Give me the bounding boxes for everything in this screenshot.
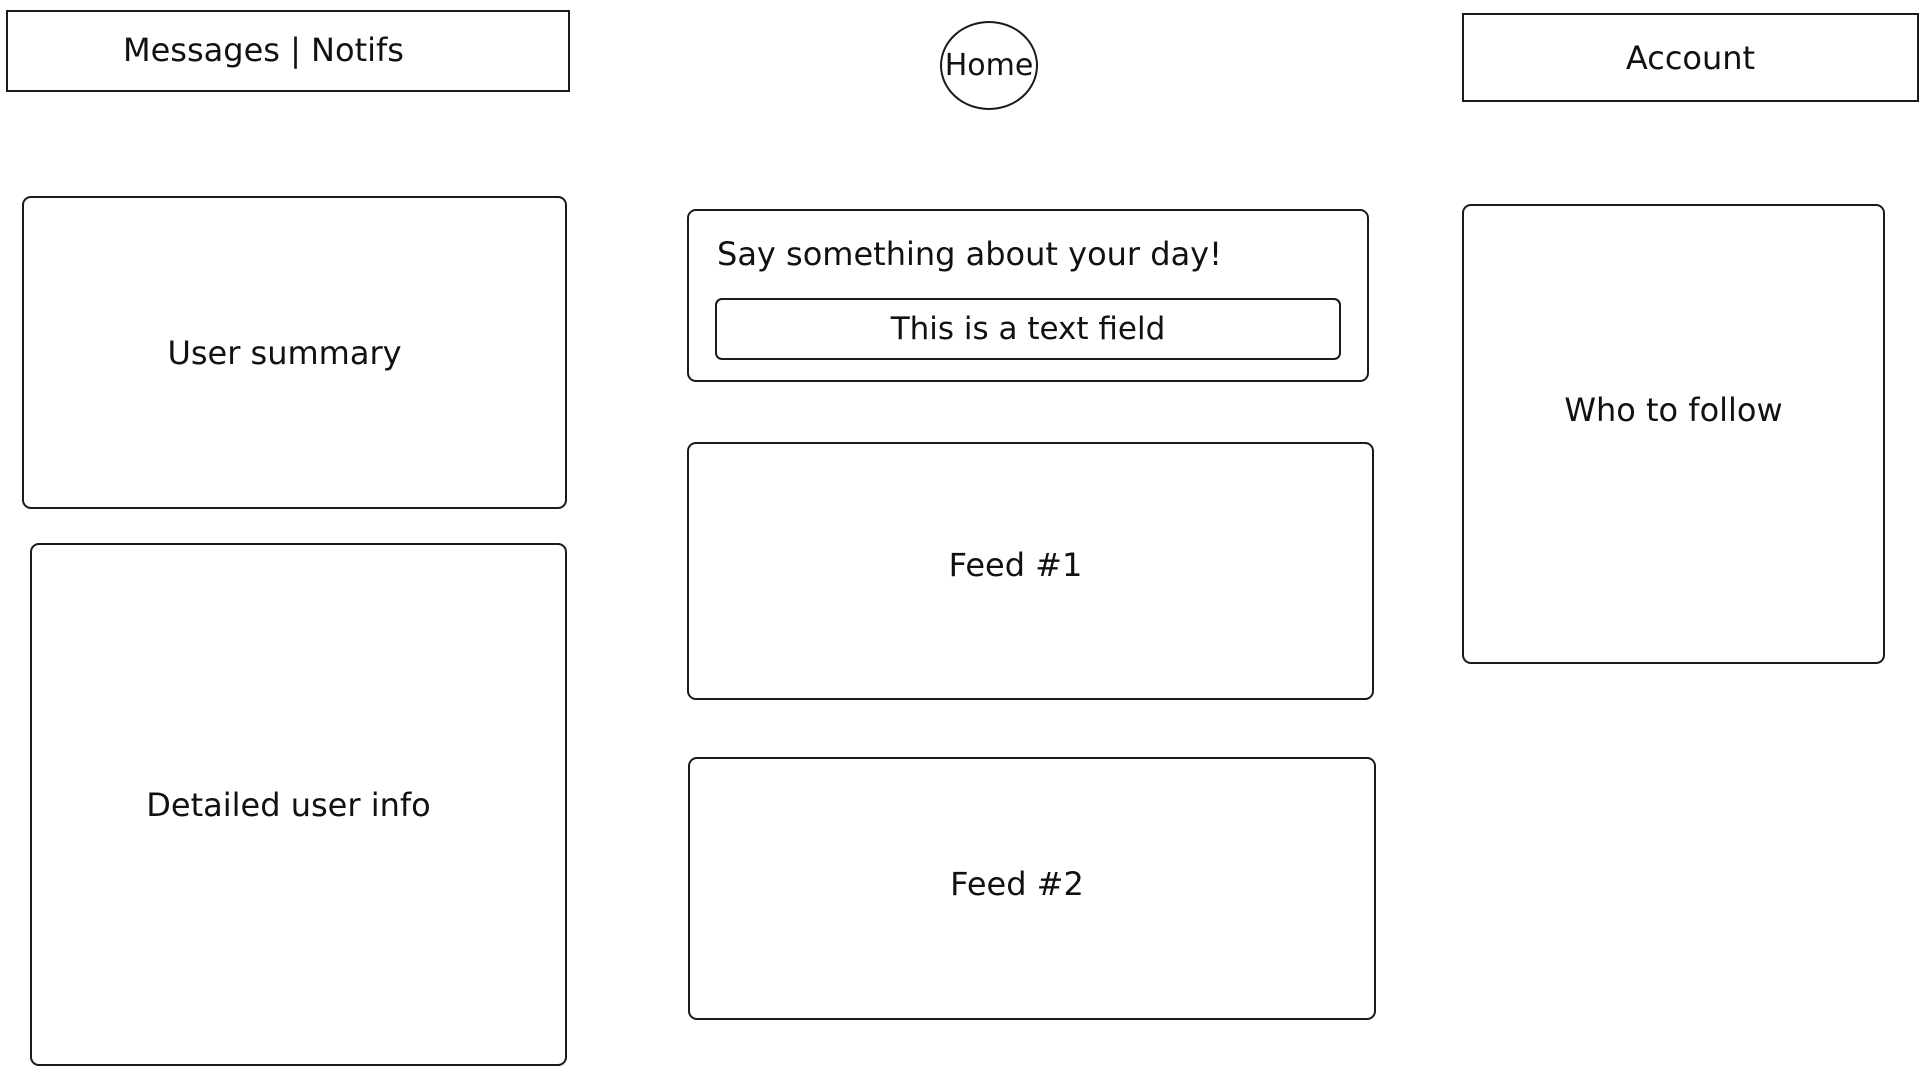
user-summary-panel: User summary xyxy=(22,196,567,509)
detailed-user-info-panel: Detailed user info xyxy=(30,543,567,1066)
compose-prompt: Say something about your day! xyxy=(717,235,1222,273)
feed-item[interactable]: Feed #1 xyxy=(687,442,1374,700)
compose-card: Say something about your day! xyxy=(687,209,1369,382)
feed-item-label: Feed #2 xyxy=(950,864,1084,903)
who-to-follow-label: Who to follow xyxy=(1564,391,1783,429)
who-to-follow-panel: Who to follow xyxy=(1462,204,1885,664)
feed-item-label: Feed #1 xyxy=(948,546,1083,584)
wireframe-canvas: Messages | Notifs Home Account User summ… xyxy=(0,0,1920,1080)
messages-notifs-label: Messages | Notifs xyxy=(123,31,404,69)
home-label: Home xyxy=(944,48,1034,83)
feed-item[interactable]: Feed #2 xyxy=(688,757,1376,1020)
account-label: Account xyxy=(1625,38,1756,77)
detailed-user-info-label: Detailed user info xyxy=(146,785,431,824)
home-button[interactable]: Home xyxy=(940,21,1038,110)
user-summary-label: User summary xyxy=(167,333,402,372)
messages-notifs-button[interactable]: Messages | Notifs xyxy=(6,10,570,92)
compose-text-field[interactable] xyxy=(715,298,1341,360)
account-button[interactable]: Account xyxy=(1462,13,1919,102)
